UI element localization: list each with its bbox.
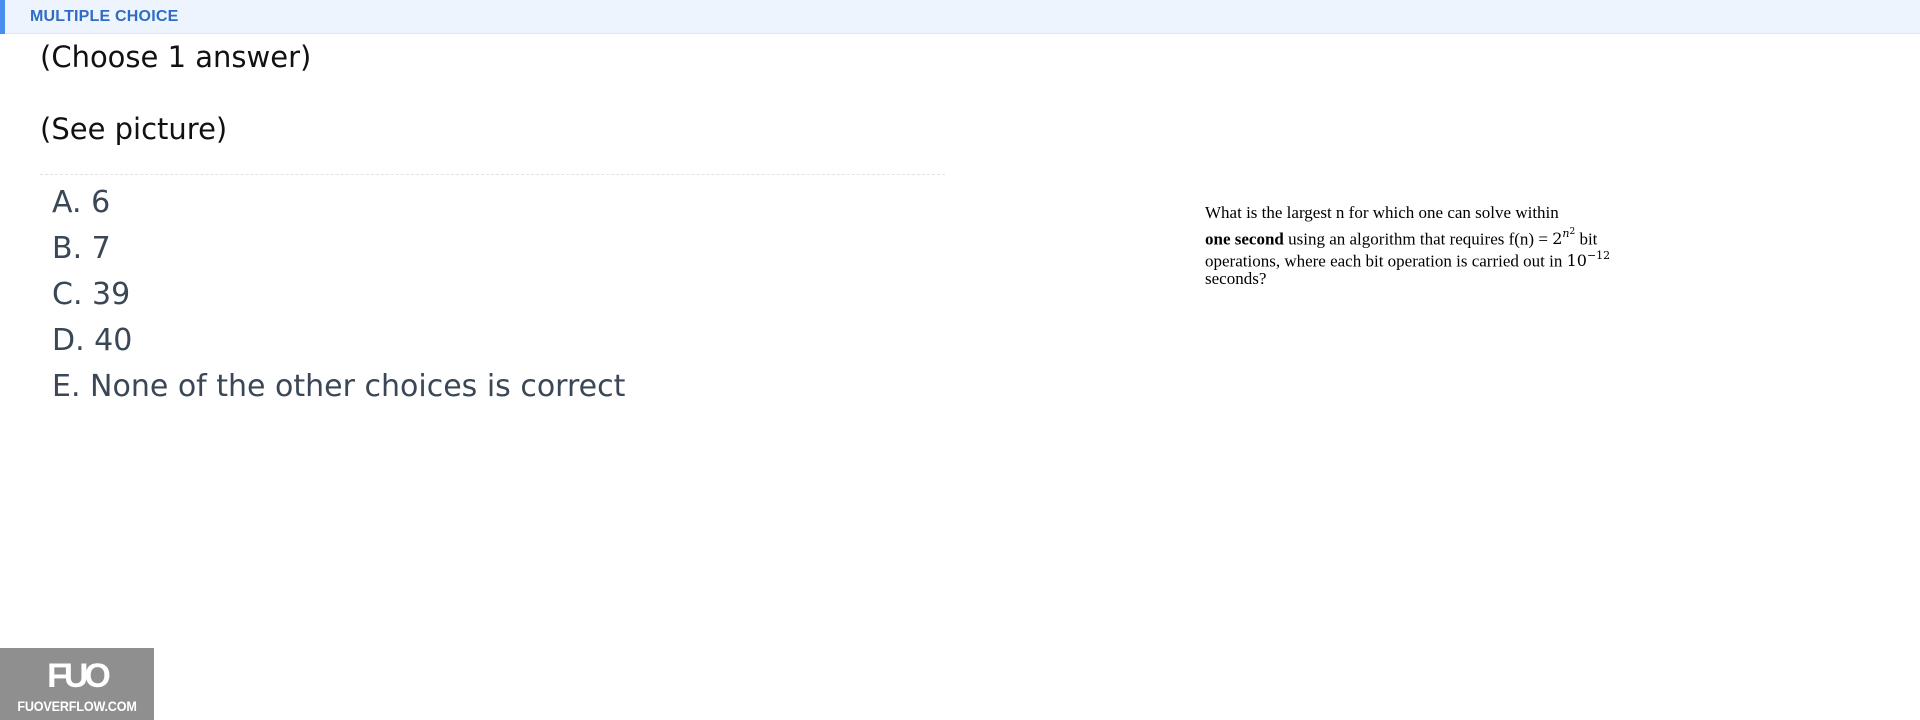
fuo-logo-icon: FUO — [47, 657, 112, 694]
question-type-label: MULTIPLE CHOICE — [30, 8, 179, 25]
divider — [40, 174, 945, 175]
answer-options-list: A. 6 B. 7 C. 39 D. 40 E. None of the oth… — [52, 180, 625, 410]
see-picture-note: (See picture) — [40, 112, 228, 146]
math-exponent-neg12: −12 — [1586, 249, 1611, 262]
question-picture: What is the largest n for which one can … — [1205, 202, 1675, 290]
math-expression-ten-power: 10−12 — [1566, 249, 1611, 271]
header-accent-bar — [0, 0, 5, 34]
answer-option-d[interactable]: D. 40 — [52, 318, 625, 364]
math-exponent: n2 — [1562, 227, 1575, 240]
question-line-2: one second using an algorithm that requi… — [1205, 224, 1675, 248]
math-exponent-pow: 2 — [1569, 227, 1576, 237]
question-line-3: operations, where each bit operation is … — [1205, 246, 1675, 271]
answer-option-e[interactable]: E. None of the other choices is correct — [52, 364, 625, 410]
answer-option-c[interactable]: C. 39 — [52, 272, 625, 318]
math-base-10: 10 — [1566, 251, 1587, 271]
site-watermark: FUO FUOVERFLOW.COM — [0, 648, 154, 720]
answer-option-a[interactable]: A. 6 — [52, 180, 625, 226]
question-line-4: seconds? — [1205, 269, 1267, 288]
watermark-site-text: FUOVERFLOW.COM — [17, 698, 137, 714]
logo-lettering: FUO — [47, 657, 110, 694]
question-line-1: What is the largest n for which one can … — [1205, 203, 1559, 222]
question-type-header: MULTIPLE CHOICE — [0, 0, 1920, 34]
answer-option-b[interactable]: B. 7 — [52, 226, 625, 272]
answer-count-instruction: (Choose 1 answer) — [40, 40, 312, 74]
